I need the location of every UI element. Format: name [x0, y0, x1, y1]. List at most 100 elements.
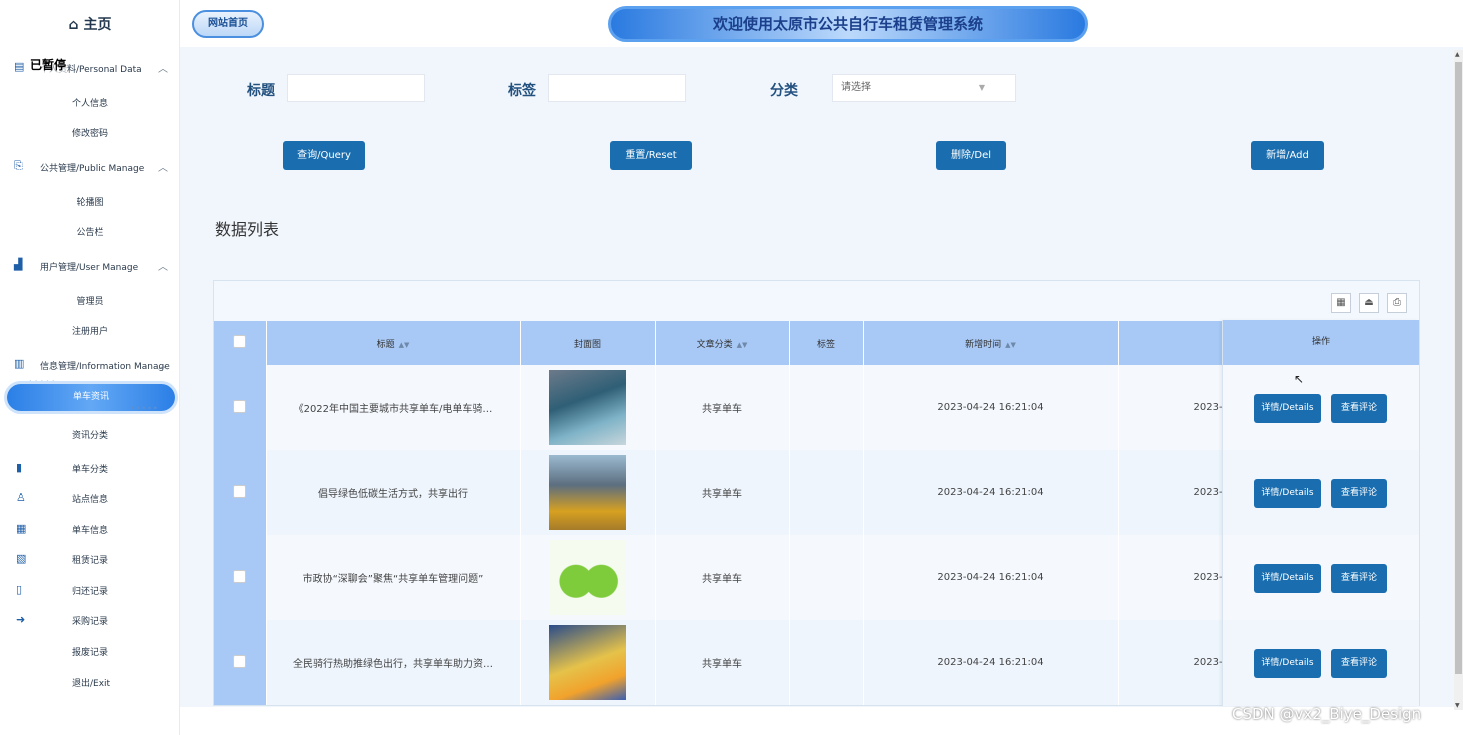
sidebar-item-label: 报废记录 [72, 648, 109, 658]
row-title: 全民骑行热助推绿色出行，共享单车助力资… [266, 620, 521, 705]
sidebar-item-notice[interactable]: 公告栏 [0, 225, 180, 238]
cover-image[interactable] [549, 625, 626, 700]
title-input[interactable] [287, 74, 425, 102]
calendar-icon: ▦ [16, 522, 27, 535]
sidebar-item-label: 归还记录 [72, 587, 109, 597]
book-icon: ▯ [16, 583, 23, 596]
sidebar-item-registered-users[interactable]: 注册用户 [0, 324, 180, 337]
query-button[interactable]: 查询/Query [283, 141, 365, 170]
sidebar-item-label: 单车分类 [72, 465, 109, 475]
export-icon[interactable]: ⏏ [1359, 293, 1379, 313]
column-header-created[interactable]: 新增时间 ▲▼ [863, 321, 1119, 365]
sort-icon[interactable]: ▲▼ [399, 341, 410, 349]
sidebar-item-news-category[interactable]: 资讯分类 [0, 428, 180, 441]
details-button[interactable]: 详情/Details [1254, 564, 1321, 593]
sidebar-item-change-password[interactable]: 修改密码 [0, 126, 180, 139]
chevron-up-icon: ︿ [158, 262, 168, 273]
row-category: 共享单车 [655, 535, 790, 620]
details-button[interactable]: 详情/Details [1254, 479, 1321, 508]
view-comments-button[interactable]: 查看评论 [1331, 649, 1387, 678]
column-header-label: 新增时间 [965, 339, 1002, 350]
row-title: 倡导绿色低碳生活方式，共享出行 [266, 450, 521, 535]
logout-icon: ➜ [16, 613, 26, 626]
sidebar-item-carousel[interactable]: 轮播图 [0, 195, 180, 208]
title-label: 标题 [247, 83, 275, 99]
columns-icon[interactable]: ▦ [1331, 293, 1351, 313]
sidebar-item-personal-info[interactable]: 个人信息 [0, 96, 180, 109]
add-button[interactable]: 新增/Add [1251, 141, 1324, 170]
decorative-dots: ••••• [130, 404, 159, 413]
tag-label: 标签 [508, 83, 536, 99]
category-select-placeholder: 请选择 [841, 82, 871, 93]
row-checkbox[interactable] [233, 569, 247, 583]
home-link[interactable]: ⌂ 主页 [0, 14, 180, 34]
reset-button[interactable]: 重置/Reset [610, 141, 692, 170]
mouse-cursor-icon: ↖ [1294, 372, 1305, 386]
row-cover-cell [520, 535, 656, 620]
cover-image[interactable] [549, 455, 626, 530]
column-header-label: 标题 [376, 339, 395, 350]
sidebar-collapsed-tooltip: 已暂停 [30, 56, 67, 73]
row-created: 2023-04-24 16:21:04 [863, 365, 1119, 450]
select-all-checkbox[interactable] [233, 335, 247, 348]
operations-row: 详情/Details 查看评论 [1223, 535, 1419, 620]
row-category: 共享单车 [655, 450, 790, 535]
calendar-check-icon: ▧ [16, 552, 27, 565]
select-all-cell [214, 321, 267, 365]
data-list-title: 数据列表 [215, 220, 280, 239]
view-comments-button[interactable]: 查看评论 [1331, 479, 1387, 508]
row-created: 2023-04-24 16:21:04 [863, 535, 1119, 620]
bookmark-icon: ▮ [16, 461, 23, 474]
row-tag [789, 620, 864, 705]
row-select-cell [214, 450, 267, 535]
category-select[interactable]: 请选择 ▼ [832, 74, 1016, 102]
row-checkbox[interactable] [233, 654, 247, 668]
details-button[interactable]: 详情/Details [1254, 649, 1321, 678]
scroll-up-icon[interactable]: ▲ [1455, 51, 1460, 58]
print-icon[interactable]: ⎙ [1387, 293, 1407, 313]
cover-image[interactable] [549, 540, 626, 615]
column-header-tag: 标签 [789, 321, 864, 365]
row-created: 2023-04-24 16:21:04 [863, 620, 1119, 705]
row-tag [789, 535, 864, 620]
top-header: 网站首页 欢迎使用太原市公共自行车租赁管理系统 [180, 0, 1463, 47]
chevron-up-icon: ︿ [158, 64, 168, 75]
sidebar-item-label: 采购记录 [72, 617, 109, 627]
column-header-category[interactable]: 文章分类 ▲▼ [655, 321, 790, 365]
column-header-label: 文章分类 [696, 339, 733, 350]
sidebar-group-label: 信息管理/Information Manage [40, 362, 170, 372]
column-header-operations: 操作 [1223, 320, 1419, 365]
users-icon: ▟ [14, 258, 23, 271]
sidebar-item-label: 站点信息 [72, 495, 109, 505]
view-comments-button[interactable]: 查看评论 [1331, 394, 1387, 423]
document-icon: ▤ [14, 60, 25, 73]
row-checkbox[interactable] [233, 484, 247, 498]
chevron-down-icon: ▼ [978, 83, 985, 92]
row-title: 《2022年中国主要城市共享单车/电单车骑… [266, 365, 521, 450]
sort-icon[interactable]: ▲▼ [737, 341, 748, 349]
delete-button[interactable]: 删除/Del [936, 141, 1006, 170]
row-select-cell [214, 620, 267, 705]
sort-icon[interactable]: ▲▼ [1005, 341, 1016, 349]
location-icon: ♙ [16, 491, 26, 504]
view-comments-button[interactable]: 查看评论 [1331, 564, 1387, 593]
vertical-scrollbar[interactable]: ▲ ▼ [1454, 50, 1463, 710]
details-button[interactable]: 详情/Details [1254, 394, 1321, 423]
column-header-cover: 封面图 [520, 321, 656, 365]
cover-image[interactable] [549, 370, 626, 445]
row-select-cell [214, 365, 267, 450]
tag-input[interactable] [548, 74, 686, 102]
scroll-down-icon[interactable]: ▼ [1455, 702, 1460, 709]
sidebar-group-label: 用户管理/User Manage [40, 263, 139, 273]
operations-row: 详情/Details 查看评论 [1223, 365, 1419, 450]
sidebar-item-label: 租赁记录 [72, 556, 109, 566]
website-home-button[interactable]: 网站首页 [192, 10, 264, 38]
row-category: 共享单车 [655, 620, 790, 705]
scrollbar-thumb[interactable] [1455, 62, 1462, 674]
row-cover-cell [520, 450, 656, 535]
column-header-title[interactable]: 标题 ▲▼ [266, 321, 521, 365]
sidebar-item-admin[interactable]: 管理员 [0, 294, 180, 307]
row-checkbox[interactable] [233, 399, 247, 413]
sidebar-item-label: 退出/Exit [72, 679, 111, 689]
row-tag [789, 365, 864, 450]
